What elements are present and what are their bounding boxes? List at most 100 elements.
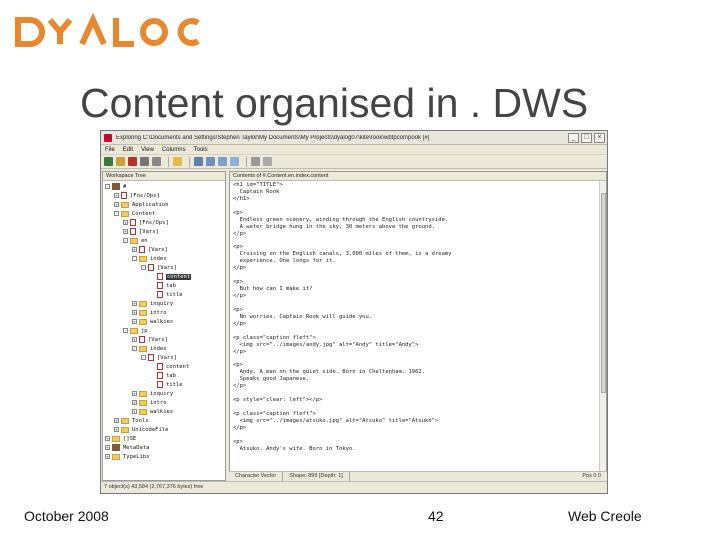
tree-node[interactable]: + MetaData <box>103 443 225 452</box>
code-line: <p class="caption fleft"> <box>233 334 316 341</box>
expand-icon[interactable]: + <box>114 193 119 198</box>
tree-node-label: [Vars] <box>157 354 177 361</box>
collapse-icon[interactable]: - <box>105 184 110 189</box>
tree-node-label: intro <box>150 399 167 406</box>
collapse-icon[interactable]: - <box>132 256 137 261</box>
folder-icon <box>139 408 147 415</box>
content-editor[interactable]: <h1 id="TITLE"> Captain Rook </h1> <p> End… <box>230 181 606 453</box>
expand-icon[interactable]: + <box>123 220 128 225</box>
workspace-tree-pane: Workspace Tree - # + [Fns/Ops] + Application -… <box>102 171 226 481</box>
tree-node[interactable]: + [Vars] <box>103 227 225 236</box>
tree-node[interactable]: - [Vars] <box>103 263 225 272</box>
tree-node[interactable]: + intro <box>103 398 225 407</box>
expand-icon[interactable]: + <box>132 391 137 396</box>
menu-columns[interactable]: Columns <box>162 147 186 153</box>
expand-icon[interactable]: + <box>114 418 119 423</box>
small-icons-view-icon[interactable] <box>206 157 215 166</box>
folder-icon <box>121 426 129 433</box>
code-line: <p> <box>233 306 243 313</box>
up-icon[interactable] <box>104 157 113 166</box>
code-line: But how can I make it? <box>233 286 313 293</box>
tree-node[interactable]: - en <box>103 236 225 245</box>
menu-file[interactable]: File <box>105 147 115 153</box>
tree-node[interactable]: + Application <box>103 200 225 209</box>
minimize-button[interactable]: _ <box>568 132 579 143</box>
tree-node[interactable]: + walkies <box>103 317 225 326</box>
collapse-icon[interactable]: - <box>123 238 128 243</box>
menu-view[interactable]: View <box>141 147 154 153</box>
menubar: File Edit View Columns Tools <box>101 145 607 155</box>
tree-node[interactable]: + TypeLibs <box>103 452 225 461</box>
expand-icon[interactable]: + <box>114 427 119 432</box>
tree-node[interactable]: + []SE <box>103 434 225 443</box>
maximize-button[interactable]: □ <box>581 132 592 143</box>
tree-node[interactable]: + [Vars] <box>103 335 225 344</box>
scrollbar-thumb[interactable] <box>601 193 606 393</box>
tree-node[interactable]: content <box>103 362 225 371</box>
collapse-icon[interactable]: - <box>141 355 146 360</box>
toolbar-separator <box>189 156 190 167</box>
tree-node[interactable]: + Tools <box>103 416 225 425</box>
tree-node[interactable]: + [Vars] <box>103 245 225 254</box>
expand-icon[interactable]: + <box>132 319 137 324</box>
details-view-icon[interactable] <box>230 157 239 166</box>
tree-node[interactable]: title <box>103 380 225 389</box>
menu-tools[interactable]: Tools <box>194 147 208 153</box>
tree-node-label: Tools <box>132 417 149 424</box>
tree-node[interactable]: + UnicodeFile <box>103 425 225 434</box>
tree-node[interactable]: - jp <box>103 326 225 335</box>
list-view-icon[interactable] <box>218 157 227 166</box>
expand-icon[interactable]: + <box>114 202 119 207</box>
expand-icon[interactable]: + <box>132 247 137 252</box>
new-folder-icon[interactable] <box>173 157 182 166</box>
tree-node[interactable]: + walkies <box>103 407 225 416</box>
expand-icon[interactable]: + <box>123 229 128 234</box>
expand-icon[interactable]: + <box>132 409 137 414</box>
tree-node[interactable]: content <box>103 272 225 281</box>
menu-edit[interactable]: Edit <box>123 147 133 153</box>
workspace-tree: - # + [Fns/Ops] + Application - Content + [Fns/Op… <box>103 181 225 461</box>
tree-node[interactable]: - # <box>103 182 225 191</box>
tree-node-label: TypeLibs <box>123 453 150 460</box>
collapse-icon[interactable]: - <box>132 346 137 351</box>
delete-icon[interactable] <box>128 157 137 166</box>
refresh-icon[interactable] <box>263 157 272 166</box>
large-icons-view-icon[interactable] <box>194 157 203 166</box>
tree-node[interactable]: - Content <box>103 209 225 218</box>
folder-icon <box>112 435 120 442</box>
tree-node[interactable]: + intro <box>103 308 225 317</box>
expand-icon[interactable]: + <box>105 454 110 459</box>
tree-node[interactable]: + inquiry <box>103 299 225 308</box>
folder-icon <box>130 237 138 244</box>
expand-icon[interactable]: + <box>132 337 137 342</box>
expand-icon[interactable]: + <box>132 301 137 306</box>
tree-node[interactable]: - [Vars] <box>103 353 225 362</box>
tree-node[interactable]: - index <box>103 344 225 353</box>
collapse-icon[interactable]: - <box>123 328 128 333</box>
tree-node[interactable]: + inquiry <box>103 389 225 398</box>
tree-node[interactable]: + [Fns/Ops] <box>103 218 225 227</box>
variable-icon <box>148 354 154 361</box>
content-scrollbar[interactable] <box>599 181 606 471</box>
expand-icon[interactable]: + <box>105 436 110 441</box>
folder-icon <box>121 417 129 424</box>
find-icon[interactable] <box>251 157 260 166</box>
expand-icon[interactable]: + <box>132 400 137 405</box>
tree-node[interactable]: tab <box>103 281 225 290</box>
collapse-icon[interactable]: - <box>114 211 119 216</box>
tree-node[interactable]: title <box>103 290 225 299</box>
tree-node-label: title <box>166 291 183 298</box>
copy-icon[interactable] <box>152 157 161 166</box>
tree-node[interactable]: - index <box>103 254 225 263</box>
cut-icon[interactable] <box>140 157 149 166</box>
expand-icon[interactable]: + <box>132 310 137 315</box>
folder-icon[interactable] <box>116 157 125 166</box>
close-button[interactable]: × <box>594 132 605 143</box>
tree-node[interactable]: + [Fns/Ops] <box>103 191 225 200</box>
expand-icon[interactable]: + <box>105 445 110 450</box>
tree-node[interactable]: tab <box>103 371 225 380</box>
tree-node-label: [Fns/Ops] <box>130 192 160 199</box>
collapse-icon[interactable]: - <box>141 265 146 270</box>
